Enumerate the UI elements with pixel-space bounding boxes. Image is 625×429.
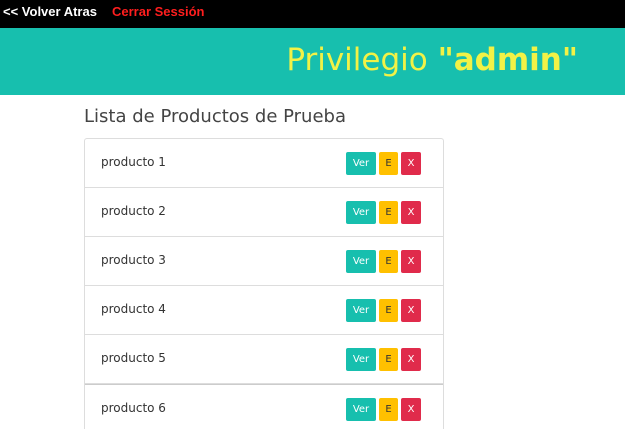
- product-name: producto 1: [101, 155, 166, 169]
- list-item: producto 4 Ver E X: [85, 286, 443, 335]
- edit-button[interactable]: E: [379, 250, 398, 273]
- view-button[interactable]: Ver: [346, 152, 376, 175]
- view-button[interactable]: Ver: [346, 299, 376, 322]
- product-name: producto 2: [101, 204, 166, 218]
- view-button[interactable]: Ver: [346, 250, 376, 273]
- logout-link[interactable]: Cerrar Sessión: [112, 4, 205, 20]
- delete-button[interactable]: X: [401, 348, 421, 371]
- list-item: producto 1 Ver E X: [85, 139, 443, 188]
- view-button[interactable]: Ver: [346, 348, 376, 371]
- delete-button[interactable]: X: [401, 299, 421, 322]
- view-button[interactable]: Ver: [346, 201, 376, 224]
- view-button[interactable]: Ver: [346, 398, 376, 421]
- privilege-prefix: Privilegio: [286, 42, 438, 78]
- edit-button[interactable]: E: [379, 348, 398, 371]
- edit-button[interactable]: E: [379, 299, 398, 322]
- list-item: producto 6 Ver E X: [85, 384, 443, 429]
- product-list-title: Lista de Productos de Prueba: [84, 106, 346, 127]
- edit-button[interactable]: E: [379, 152, 398, 175]
- product-list: producto 1 Ver E X producto 2 Ver E X pr…: [84, 138, 444, 429]
- delete-button[interactable]: X: [401, 152, 421, 175]
- product-name: producto 5: [101, 351, 166, 365]
- product-name: producto 6: [101, 401, 166, 415]
- edit-button[interactable]: E: [379, 398, 398, 421]
- product-name: producto 3: [101, 253, 166, 267]
- list-item: producto 5 Ver E X: [85, 335, 443, 384]
- privilege-banner: Privilegio "admin": [0, 28, 625, 95]
- delete-button[interactable]: X: [401, 250, 421, 273]
- privilege-role: "admin": [437, 42, 578, 78]
- list-item: producto 3 Ver E X: [85, 237, 443, 286]
- list-item: producto 2 Ver E X: [85, 188, 443, 237]
- back-link[interactable]: << Volver Atras: [3, 4, 97, 20]
- edit-button[interactable]: E: [379, 201, 398, 224]
- top-nav-bar: << Volver Atras Cerrar Sessión: [0, 0, 625, 28]
- product-name: producto 4: [101, 302, 166, 316]
- privilege-title: Privilegio "admin": [286, 42, 578, 78]
- delete-button[interactable]: X: [401, 398, 421, 421]
- delete-button[interactable]: X: [401, 201, 421, 224]
